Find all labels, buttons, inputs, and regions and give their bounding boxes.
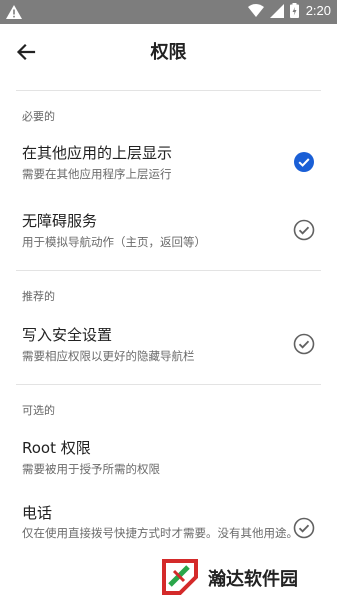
status-bar: 2:20 xyxy=(0,0,337,24)
divider xyxy=(16,384,321,385)
warning-icon xyxy=(6,4,22,23)
status-time: 2:20 xyxy=(305,3,331,18)
watermark: 瀚达软件园 xyxy=(0,557,337,600)
permission-item-root[interactable]: Root 权限 需要被用于授予所需的权限 xyxy=(0,435,337,485)
permission-item-overlay[interactable]: 在其他应用的上层显示 需要在其他应用程序上层运行 xyxy=(0,140,337,190)
divider xyxy=(16,90,321,91)
item-subtitle: 需要被用于授予所需的权限 xyxy=(22,462,160,476)
item-title: 无障碍服务 xyxy=(22,212,98,230)
item-title: 在其他应用的上层显示 xyxy=(22,144,173,162)
item-title: Root 权限 xyxy=(22,439,91,457)
item-subtitle: 仅在使用直接拨号快捷方式时才需要。没有其他用途。 xyxy=(22,526,298,540)
item-subtitle: 需要在其他应用程序上层运行 xyxy=(22,167,172,181)
check-filled-icon xyxy=(293,151,315,173)
permission-item-phone[interactable]: 电话 仅在使用直接拨号快捷方式时才需要。没有其他用途。 xyxy=(0,500,337,560)
page-title: 权限 xyxy=(150,42,187,63)
check-outline-icon xyxy=(293,219,315,241)
wifi-icon xyxy=(248,3,264,22)
section-label-recommended: 推荐的 xyxy=(22,290,55,303)
check-outline-icon xyxy=(293,517,315,539)
section-label-optional: 可选的 xyxy=(22,404,55,417)
item-title: 写入安全设置 xyxy=(22,326,113,344)
app-bar: 权限 xyxy=(0,24,337,80)
item-title: 电话 xyxy=(22,504,53,522)
section-label-required: 必要的 xyxy=(22,110,55,123)
permission-item-secure-settings[interactable]: 写入安全设置 需要相应权限以更好的隐藏导航栏 xyxy=(0,322,337,372)
watermark-text: 瀚达软件园 xyxy=(208,569,298,590)
battery-icon xyxy=(290,3,299,22)
signal-icon xyxy=(270,3,284,22)
check-outline-icon xyxy=(293,333,315,355)
item-subtitle: 需要相应权限以更好的隐藏导航栏 xyxy=(22,349,195,363)
divider xyxy=(16,270,321,271)
item-subtitle: 用于模拟导航动作（主页，返回等） xyxy=(22,235,206,249)
permission-item-accessibility[interactable]: 无障碍服务 用于模拟导航动作（主页，返回等） xyxy=(0,208,337,258)
watermark-logo-icon xyxy=(160,557,200,597)
